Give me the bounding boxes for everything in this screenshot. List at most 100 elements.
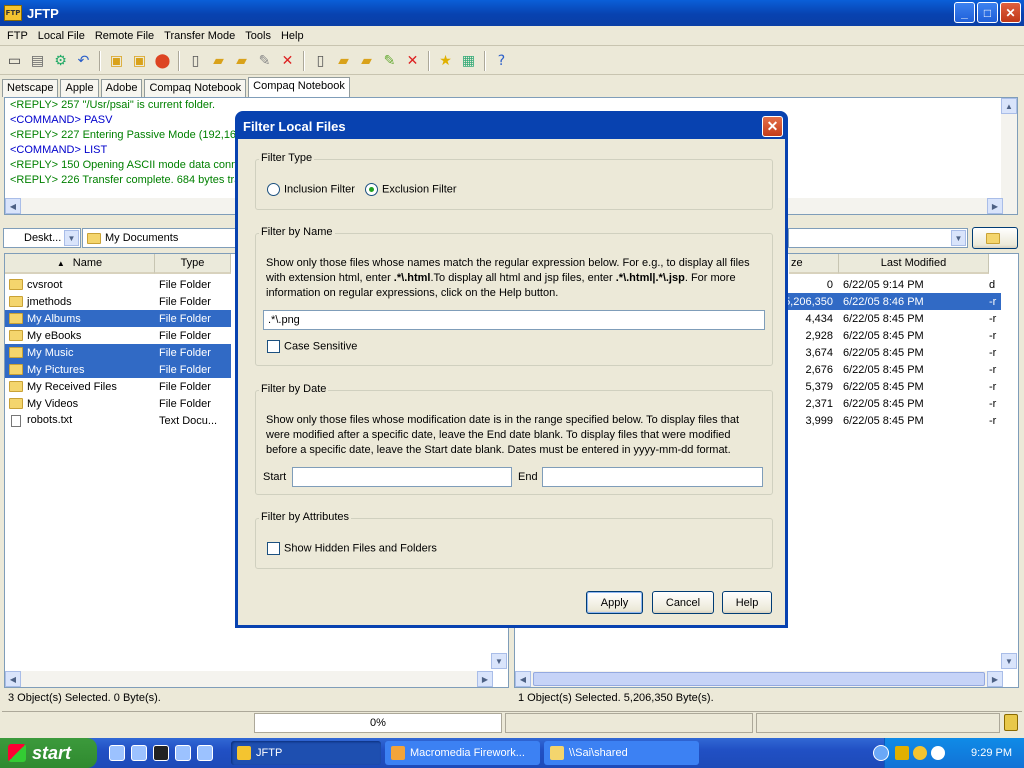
inclusion-filter-radio[interactable]: Inclusion Filter	[267, 183, 355, 196]
scroll-left-icon[interactable]: ◀	[5, 671, 21, 687]
file-modified: 6/22/05 8:45 PM	[843, 363, 924, 376]
outlook-icon[interactable]	[175, 745, 191, 761]
tab-compaq-notebook-active[interactable]: Compaq Notebook	[248, 77, 350, 97]
remote-open-folder-icon[interactable]: ▰	[355, 49, 378, 72]
tab-netscape[interactable]: Netscape	[2, 79, 59, 97]
menu-local-file[interactable]: Local File	[33, 30, 90, 42]
firefox-icon[interactable]	[197, 745, 213, 761]
remote-new-folder-icon[interactable]: ▰	[332, 49, 355, 72]
messenger-icon[interactable]	[913, 746, 927, 760]
bookmark-star-icon[interactable]: ★	[434, 49, 457, 72]
exclusion-filter-radio[interactable]: Exclusion Filter	[365, 183, 457, 196]
scroll-right-icon[interactable]: ▶	[987, 671, 1003, 687]
file-modified: 6/22/05 8:45 PM	[843, 397, 924, 410]
minimize-button[interactable]: _	[954, 2, 975, 23]
table-row[interactable]: My eBooks File Folder	[5, 327, 231, 344]
local-path-select[interactable]: My Documents	[82, 228, 242, 248]
column-header-name[interactable]: ▲ Name	[5, 254, 155, 274]
table-row[interactable]: robots.txt Text Docu...	[5, 412, 231, 429]
remote-delete-icon[interactable]: ✕	[401, 49, 424, 72]
scroll-up-icon[interactable]: ▲	[1001, 98, 1017, 114]
tab-apple[interactable]: Apple	[60, 79, 99, 97]
menu-transfer-mode[interactable]: Transfer Mode	[159, 30, 240, 42]
task-shared-folder[interactable]: \\Sai\shared	[544, 741, 699, 765]
help-icon[interactable]: ?	[490, 49, 513, 72]
file-type: File Folder	[159, 363, 211, 376]
show-hidden-checkbox[interactable]: Show Hidden Files and Folders	[267, 542, 437, 555]
table-row[interactable]: My Received Files File Folder	[5, 378, 231, 395]
title-bar: FTP JFTP _ □ ✕	[0, 0, 1024, 26]
site-manager-icon[interactable]: ▤	[26, 49, 49, 72]
case-sensitive-checkbox[interactable]: Case Sensitive	[267, 340, 357, 353]
upload-folder-icon[interactable]: ▣	[105, 49, 128, 72]
cancel-button[interactable]: Cancel	[652, 591, 714, 614]
table-row[interactable]: My Pictures File Folder	[5, 361, 231, 378]
drive-label: Deskt...	[24, 232, 62, 244]
stop-icon[interactable]: ⬤	[151, 49, 174, 72]
close-button[interactable]: ✕	[1000, 2, 1021, 23]
menu-tools[interactable]: Tools	[240, 30, 276, 42]
maximize-button[interactable]: □	[977, 2, 998, 23]
remote-rename-icon[interactable]: ✎	[378, 49, 401, 72]
menu-ftp[interactable]: FTP	[2, 30, 33, 42]
folder-icon	[9, 381, 23, 393]
scroll-left-icon[interactable]: ◀	[5, 198, 21, 214]
remote-path-select[interactable]: ▼	[788, 228, 968, 248]
local-open-folder-icon[interactable]: ▰	[230, 49, 253, 72]
table-row[interactable]: My Videos File Folder	[5, 395, 231, 412]
window-title: JFTP	[27, 5, 59, 21]
log-vertical-scrollbar[interactable]: ▲	[1001, 98, 1017, 214]
column-header-size[interactable]: ze	[789, 254, 839, 274]
column-header-last-modified[interactable]: Last Modified	[839, 254, 989, 274]
scroll-left-icon[interactable]: ◀	[515, 671, 531, 687]
local-horizontal-scrollbar[interactable]: ◀ ▶	[5, 671, 493, 687]
help-button[interactable]: Help	[722, 591, 772, 614]
remote-horizontal-scrollbar[interactable]: ◀ ▶	[515, 671, 1003, 687]
security-shield-icon[interactable]	[895, 746, 909, 760]
table-row[interactable]: My Music File Folder	[5, 344, 231, 361]
table-row[interactable]: cvsroot File Folder	[5, 276, 231, 293]
reconnect-icon[interactable]: ↶	[72, 49, 95, 72]
local-delete-icon[interactable]: ✕	[276, 49, 299, 72]
table-row[interactable]: jmethods File Folder	[5, 293, 231, 310]
menu-help[interactable]: Help	[276, 30, 309, 42]
scroll-down-icon[interactable]: ▼	[1001, 653, 1017, 669]
scroll-thumb[interactable]	[533, 672, 985, 686]
explorer-icon[interactable]	[131, 745, 147, 761]
tab-adobe[interactable]: Adobe	[100, 79, 143, 97]
connect-icon[interactable]: ⚙	[49, 49, 72, 72]
command-prompt-icon[interactable]	[153, 745, 169, 761]
scroll-down-icon[interactable]: ▼	[491, 653, 507, 669]
local-new-file-icon[interactable]: ▯	[184, 49, 207, 72]
column-header-type[interactable]: Type	[155, 254, 231, 274]
menu-remote-file[interactable]: Remote File	[90, 30, 159, 42]
up-folder-button[interactable]	[972, 227, 1018, 249]
remote-new-file-icon[interactable]: ▯	[309, 49, 332, 72]
dialog-title-bar: Filter Local Files ✕	[238, 114, 785, 139]
chevron-down-icon[interactable]: ▼	[951, 230, 966, 246]
file-type: File Folder	[159, 397, 211, 410]
scroll-right-icon[interactable]: ▶	[987, 198, 1003, 214]
log-icon[interactable]: ▦	[457, 49, 480, 72]
scroll-right-icon[interactable]: ▶	[477, 671, 493, 687]
speaker-icon[interactable]	[931, 746, 945, 760]
folder-icon	[9, 279, 23, 291]
internet-explorer-icon[interactable]	[109, 745, 125, 761]
regex-input[interactable]: .*\.png	[263, 310, 765, 330]
download-folder-icon[interactable]: ▣	[128, 49, 151, 72]
start-button[interactable]: start	[0, 738, 97, 768]
task-jftp[interactable]: JFTP	[231, 741, 381, 765]
new-site-icon[interactable]: ▭	[3, 49, 26, 72]
drive-select[interactable]: Deskt... ▼	[3, 228, 81, 248]
task-fireworks[interactable]: Macromedia Firework...	[385, 741, 540, 765]
show-hidden-icons-icon[interactable]	[873, 745, 889, 761]
table-row[interactable]: My Albums File Folder	[5, 310, 231, 327]
local-new-folder-icon[interactable]: ▰	[207, 49, 230, 72]
local-edit-icon[interactable]: ✎	[253, 49, 276, 72]
dialog-close-button[interactable]: ✕	[762, 116, 783, 137]
start-date-input[interactable]	[292, 467, 512, 487]
end-date-input[interactable]	[542, 467, 763, 487]
apply-button[interactable]: Apply	[586, 591, 643, 614]
tab-compaq-notebook[interactable]: Compaq Notebook	[144, 79, 247, 97]
chevron-down-icon[interactable]: ▼	[64, 230, 79, 246]
